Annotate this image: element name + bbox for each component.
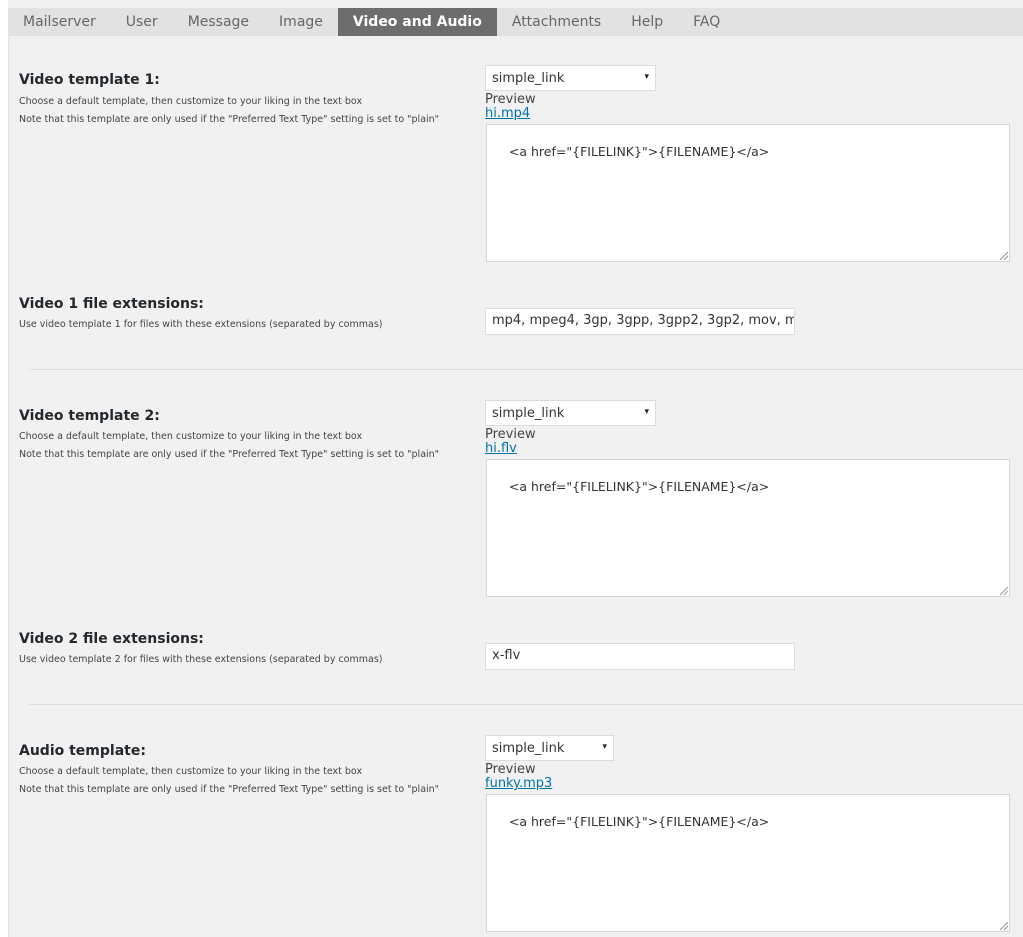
video-template-1-select[interactable]: simple_link ▾ xyxy=(485,65,656,91)
chevron-down-icon: ▾ xyxy=(644,72,649,82)
tab-user[interactable]: User xyxy=(111,8,173,36)
video-template-2-preview-label: Preview xyxy=(485,427,536,442)
audio-template-textarea-content: <a href="{FILELINK}">{FILENAME}</a> xyxy=(508,814,770,829)
video-template-2-textarea-content: <a href="{FILELINK}">{FILENAME}</a> xyxy=(508,479,770,494)
chevron-down-icon: ▾ xyxy=(644,407,649,417)
tab-faq[interactable]: FAQ xyxy=(678,8,735,36)
page-left-edge xyxy=(0,0,8,937)
video-template-2-desc: Choose a default template, then customiz… xyxy=(19,431,363,442)
resize-handle-icon[interactable] xyxy=(1000,587,1008,595)
video-2-extensions-desc: Use video template 2 for files with thes… xyxy=(19,654,383,665)
audio-template-preview-link[interactable]: funky.mp3 xyxy=(485,776,552,791)
tab-image[interactable]: Image xyxy=(264,8,338,36)
tab-help[interactable]: Help xyxy=(616,8,678,36)
settings-tab-bar: Mailserver User Message Image Video and … xyxy=(8,8,1023,37)
video-template-1-preview-link[interactable]: hi.mp4 xyxy=(485,106,530,121)
section-divider xyxy=(29,704,1023,705)
chevron-down-icon: ▾ xyxy=(602,742,607,752)
video-template-2-select[interactable]: simple_link ▾ xyxy=(485,400,656,426)
tab-attachments[interactable]: Attachments xyxy=(497,8,616,36)
audio-template-desc: Choose a default template, then customiz… xyxy=(19,766,363,777)
video-template-1-label: Video template 1: xyxy=(19,72,160,88)
resize-handle-icon[interactable] xyxy=(1000,252,1008,260)
audio-template-preview-label: Preview xyxy=(485,762,536,777)
video-template-2-note: Note that this template are only used if… xyxy=(19,449,440,460)
video-template-2-preview-link[interactable]: hi.flv xyxy=(485,441,517,456)
video-template-1-textarea-content: <a href="{FILELINK}">{FILENAME}</a> xyxy=(508,144,770,159)
video-template-2-select-value: simple_link xyxy=(492,405,565,421)
audio-template-select[interactable]: simple_link ▾ xyxy=(485,735,614,761)
video-template-1-preview-label: Preview xyxy=(485,92,536,107)
video-template-1-select-value: simple_link xyxy=(492,70,565,86)
tab-video-and-audio[interactable]: Video and Audio xyxy=(337,8,497,36)
video-template-1-textarea[interactable]: <a href="{FILELINK}">{FILENAME}</a> xyxy=(486,124,1010,262)
video-template-1-note: Note that this template are only used if… xyxy=(19,114,440,125)
settings-content: Video template 1: Choose a default templ… xyxy=(8,36,1023,937)
audio-template-note: Note that this template are only used if… xyxy=(19,784,440,795)
tab-mailserver[interactable]: Mailserver xyxy=(8,8,111,36)
audio-template-label: Audio template: xyxy=(19,743,146,759)
tab-message[interactable]: Message xyxy=(173,8,264,36)
video-1-extensions-desc: Use video template 1 for files with thes… xyxy=(19,319,383,330)
video-template-2-label: Video template 2: xyxy=(19,408,160,424)
section-divider xyxy=(29,369,1023,370)
video-template-1-desc: Choose a default template, then customiz… xyxy=(19,96,363,107)
video-2-extensions-input[interactable]: x-flv xyxy=(485,643,795,670)
video-1-extensions-label: Video 1 file extensions: xyxy=(19,296,204,312)
audio-template-textarea[interactable]: <a href="{FILELINK}">{FILENAME}</a> xyxy=(486,794,1010,932)
video-1-extensions-input[interactable]: mp4, mpeg4, 3gp, 3gpp, 3gpp2, 3gp2, mov,… xyxy=(485,308,795,335)
video-2-extensions-label: Video 2 file extensions: xyxy=(19,631,204,647)
audio-template-select-value: simple_link xyxy=(492,740,565,756)
resize-handle-icon[interactable] xyxy=(1000,922,1008,930)
video-template-2-textarea[interactable]: <a href="{FILELINK}">{FILENAME}</a> xyxy=(486,459,1010,597)
